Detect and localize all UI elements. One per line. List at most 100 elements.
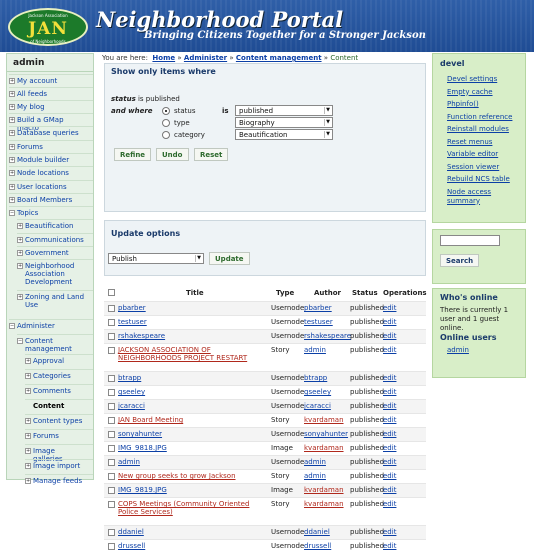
- expand-icon[interactable]: +: [25, 463, 31, 469]
- row-edit-link[interactable]: edit: [383, 346, 396, 354]
- expand-icon[interactable]: +: [9, 157, 15, 163]
- row-author-link[interactable]: drussell: [304, 542, 331, 550]
- row-title-link[interactable]: JACKSON ASSOCIATION OF NEIGHBORHOODS PRO…: [118, 346, 268, 362]
- row-checkbox[interactable]: [108, 529, 115, 536]
- sidebar-item-administer[interactable]: Administer: [17, 322, 87, 330]
- row-checkbox[interactable]: [108, 319, 115, 326]
- expand-icon[interactable]: +: [25, 388, 31, 394]
- row-author-link[interactable]: btrapp: [304, 374, 327, 382]
- row-checkbox[interactable]: [108, 487, 115, 494]
- row-title-link[interactable]: IMG_9818.JPG: [118, 444, 268, 452]
- row-author-link[interactable]: kvardaman: [304, 500, 344, 508]
- row-title-link[interactable]: ddaniel: [118, 528, 268, 536]
- expand-icon[interactable]: +: [25, 358, 31, 364]
- row-title-link[interactable]: New group seeks to grow Jackson: [118, 472, 268, 480]
- row-title-link[interactable]: drussell: [118, 542, 268, 550]
- breadcrumb-content-management[interactable]: Content management: [236, 54, 322, 62]
- row-checkbox[interactable]: [108, 417, 115, 424]
- sidebar-item-my-blog[interactable]: My blog: [17, 103, 87, 111]
- row-edit-link[interactable]: edit: [383, 374, 396, 382]
- select-all-checkbox[interactable]: [108, 289, 115, 296]
- undo-button[interactable]: Undo: [156, 148, 189, 161]
- expand-icon[interactable]: +: [17, 294, 23, 300]
- row-checkbox[interactable]: [108, 501, 115, 508]
- sidebar-item-node-locations[interactable]: Node locations: [17, 169, 87, 177]
- row-author-link[interactable]: admin: [304, 472, 326, 480]
- sidebar-item-image-galleries[interactable]: Image galleries: [33, 447, 85, 463]
- row-title-link[interactable]: pbarber: [118, 304, 268, 312]
- row-author-link[interactable]: kvardaman: [304, 416, 344, 424]
- sidebar-item-topics[interactable]: Topics: [17, 209, 87, 217]
- sidebar-item-my-account[interactable]: My account: [17, 77, 87, 85]
- row-edit-link[interactable]: edit: [383, 444, 396, 452]
- devel-link-function-reference[interactable]: Function reference: [447, 113, 521, 122]
- expand-icon[interactable]: +: [9, 197, 15, 203]
- expand-icon[interactable]: +: [25, 448, 31, 454]
- row-author-link[interactable]: kvardaman: [304, 486, 344, 494]
- online-user-link[interactable]: admin: [447, 346, 469, 354]
- column-status[interactable]: Status: [352, 289, 378, 297]
- devel-link-reinstall-modules[interactable]: Reinstall modules: [447, 125, 521, 134]
- row-author-link[interactable]: sonyahunter: [304, 430, 348, 438]
- expand-icon[interactable]: +: [17, 237, 23, 243]
- row-edit-link[interactable]: edit: [383, 430, 396, 438]
- sidebar-item-module-builder[interactable]: Module builder: [17, 156, 87, 164]
- sidebar-item-user-locations[interactable]: User locations: [17, 183, 87, 191]
- row-edit-link[interactable]: edit: [383, 416, 396, 424]
- devel-link-node-access-summary[interactable]: Node access summary: [447, 188, 521, 206]
- expand-icon[interactable]: +: [9, 144, 15, 150]
- status-select[interactable]: published ▼: [235, 105, 333, 116]
- row-checkbox[interactable]: [108, 333, 115, 340]
- row-checkbox[interactable]: [108, 389, 115, 396]
- row-edit-link[interactable]: edit: [383, 332, 396, 340]
- search-button[interactable]: Search: [440, 254, 480, 267]
- row-checkbox[interactable]: [108, 543, 115, 550]
- expand-icon[interactable]: +: [25, 418, 31, 424]
- radio-type[interactable]: [162, 119, 170, 127]
- column-title[interactable]: Title: [186, 289, 204, 297]
- sidebar-item-all-feeds[interactable]: All feeds: [17, 90, 87, 98]
- column-author[interactable]: Author: [314, 289, 341, 297]
- sidebar-item-content-management[interactable]: Content management: [25, 337, 87, 353]
- sidebar-item-government[interactable]: Government: [25, 249, 87, 257]
- radio-status[interactable]: [162, 107, 170, 115]
- sidebar-item-content-types[interactable]: Content types: [33, 417, 85, 425]
- row-checkbox[interactable]: [108, 445, 115, 452]
- row-edit-link[interactable]: edit: [383, 472, 396, 480]
- devel-link-session-viewer[interactable]: Session viewer: [447, 163, 521, 172]
- sidebar-item-neighborhood-association-development[interactable]: Neighborhood Association Development: [25, 262, 87, 286]
- devel-link-reset-menus[interactable]: Reset menus: [447, 138, 521, 147]
- row-edit-link[interactable]: edit: [383, 486, 396, 494]
- row-checkbox[interactable]: [108, 347, 115, 354]
- expand-icon[interactable]: +: [9, 117, 15, 123]
- row-title-link[interactable]: testuser: [118, 318, 268, 326]
- type-select[interactable]: Biography ▼: [235, 117, 333, 128]
- site-name[interactable]: Neighborhood Portal: [96, 7, 343, 32]
- row-edit-link[interactable]: edit: [383, 500, 396, 508]
- breadcrumb-home[interactable]: Home: [152, 54, 175, 62]
- expand-icon[interactable]: +: [9, 170, 15, 176]
- devel-link-devel-settings[interactable]: Devel settings: [447, 75, 521, 84]
- expand-icon[interactable]: +: [17, 223, 23, 229]
- sidebar-item-database-queries[interactable]: Database queries: [17, 129, 87, 137]
- refine-button[interactable]: Refine: [114, 148, 152, 161]
- expand-icon[interactable]: +: [9, 184, 15, 190]
- row-checkbox[interactable]: [108, 375, 115, 382]
- row-checkbox[interactable]: [108, 431, 115, 438]
- expand-icon[interactable]: +: [25, 373, 31, 379]
- expand-icon[interactable]: +: [9, 104, 15, 110]
- row-author-link[interactable]: admin: [304, 458, 326, 466]
- row-title-link[interactable]: JAN Board Meeting: [118, 416, 268, 424]
- row-edit-link[interactable]: edit: [383, 458, 396, 466]
- expand-icon[interactable]: +: [17, 263, 23, 269]
- row-author-link[interactable]: rshakespeare: [304, 332, 351, 340]
- column-type[interactable]: Type: [276, 289, 294, 297]
- row-checkbox[interactable]: [108, 403, 115, 410]
- row-title-link[interactable]: COPS Meetings (Community Oriented Police…: [118, 500, 268, 516]
- site-logo[interactable]: Jackson Association JAN of Neighborhoods: [8, 8, 88, 46]
- devel-link-empty-cache[interactable]: Empty cache: [447, 88, 521, 97]
- sidebar-item-content[interactable]: Content: [33, 402, 85, 410]
- sidebar-item-forums[interactable]: Forums: [17, 143, 87, 151]
- collapse-icon[interactable]: −: [9, 210, 15, 216]
- sidebar-item-board-members[interactable]: Board Members: [17, 196, 87, 204]
